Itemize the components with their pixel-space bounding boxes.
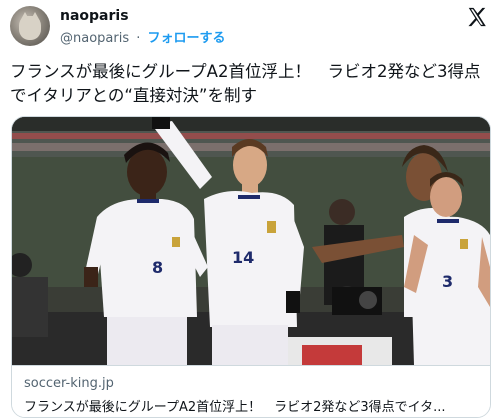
svg-text:14: 14: [232, 248, 254, 267]
author-handle[interactable]: @naoparis: [60, 31, 129, 46]
author-handle-row: @naoparis · フォローする: [60, 27, 226, 46]
author-avatar[interactable]: [10, 6, 50, 46]
link-card[interactable]: 8 14 3 soccer-king.jp フランスが最後にグループA2首位浮上…: [11, 116, 491, 418]
link-card-footer[interactable]: soccer-king.jp フランスが最後にグループA2首位浮上！ ラビオ2発…: [12, 365, 490, 417]
tweet-text: フランスが最後にグループA2首位浮上！ ラビオ2発など3得点でイタリアとの“直接…: [10, 62, 481, 105]
author-display-name[interactable]: naoparis: [60, 8, 129, 24]
link-domain: soccer-king.jp: [24, 376, 114, 391]
svg-text:3: 3: [442, 272, 453, 291]
photo-illustration: 8 14 3: [12, 117, 490, 365]
svg-text:8: 8: [152, 258, 163, 277]
follow-button[interactable]: フォローする: [148, 31, 226, 46]
tweet-header: naoparis @naoparis · フォローする: [10, 6, 490, 46]
x-logo-icon[interactable]: [466, 6, 488, 28]
separator-dot: ·: [136, 31, 141, 46]
soccer-players-celebration-photo[interactable]: 8 14 3: [12, 117, 490, 365]
cat-avatar-icon: [19, 16, 41, 40]
link-card-title: フランスが最後にグループA2首位浮上！ ラビオ2発など3得点でイタ...: [24, 400, 446, 415]
